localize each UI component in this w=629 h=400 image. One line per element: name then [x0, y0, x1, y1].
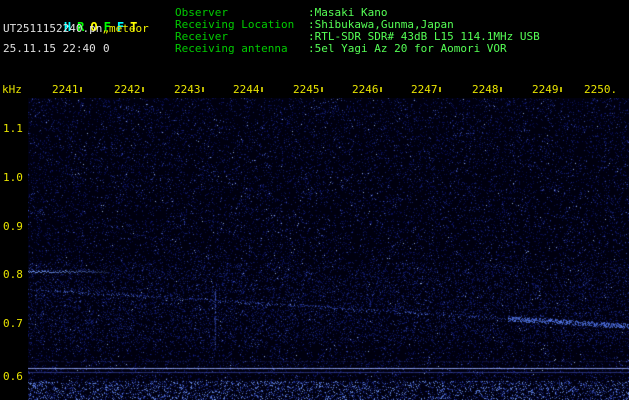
time-label-2241: 2241 — [52, 83, 79, 96]
time-label-2249: 2249 — [532, 83, 559, 96]
echo-count: 0 — [103, 42, 110, 55]
hrofft-window: HROFFT UT2511152240.pn„meteor 25.11.15 2… — [0, 0, 629, 400]
spectrogram-canvas — [28, 98, 629, 400]
time-tick — [321, 87, 323, 92]
time-tick — [202, 87, 204, 92]
info-label-antenna: Receiving antenna — [175, 42, 288, 55]
freq-label-0-7: 0.7 — [3, 317, 23, 330]
time-tick — [560, 87, 562, 92]
time-label-2248: 2248 — [472, 83, 499, 96]
time-label-2247: 2247 — [411, 83, 438, 96]
time-label-2246: 2246 — [352, 83, 379, 96]
file-line: UT2511152240.pn„meteor — [3, 23, 149, 35]
time-tick — [142, 87, 144, 92]
datetime: 25.11.15 22:40 — [3, 42, 96, 55]
time-tick — [80, 87, 82, 92]
time-label-2242: 2242 — [114, 83, 141, 96]
freq-label-1-0: 1.0 — [3, 171, 23, 184]
time-tick — [500, 87, 502, 92]
time-label-2243: 2243 — [174, 83, 201, 96]
station-name: „meteor — [102, 22, 149, 35]
time-tick — [380, 87, 382, 92]
freq-label-0-9: 0.9 — [3, 220, 23, 233]
freq-unit-label: kHz — [2, 83, 22, 96]
time-label-2245: 2245 — [293, 83, 320, 96]
filename: UT2511152240.pn — [3, 22, 103, 35]
info-value-antenna: :5el Yagi Az 20 for Aomori VOR — [308, 42, 507, 55]
freq-label-0-6: 0.6 — [3, 370, 23, 383]
time-label-2250: 2250. — [584, 83, 618, 96]
freq-label-0-8: 0.8 — [3, 268, 23, 281]
time-tick — [439, 87, 441, 92]
time-label-2244: 2244 — [233, 83, 260, 96]
freq-label-1-1: 1.1 — [3, 122, 23, 135]
time-tick — [261, 87, 263, 92]
